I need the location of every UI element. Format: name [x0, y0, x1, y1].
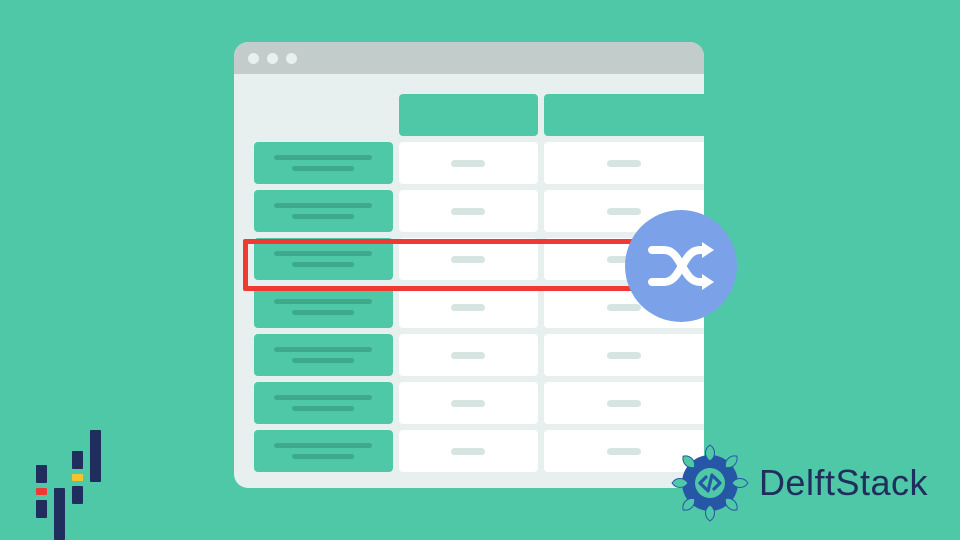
- table-row: [254, 190, 704, 232]
- brand-name: DelftStack: [759, 462, 928, 504]
- cell-placeholder: [451, 304, 485, 311]
- placeholder-line: [274, 203, 372, 208]
- table-cell: [399, 142, 538, 184]
- table-row: [254, 382, 704, 424]
- table-cell: [399, 190, 538, 232]
- column-header: [544, 94, 704, 136]
- placeholder-line: [292, 214, 354, 219]
- logo-segment: [36, 500, 47, 518]
- delftstack-logo: DelftStack: [671, 444, 928, 522]
- placeholder-line: [274, 443, 372, 448]
- table-cell: [544, 382, 704, 424]
- logo-segment: [72, 451, 83, 469]
- logo-segment: [72, 474, 83, 481]
- window-titlebar: [234, 42, 704, 74]
- row-header: [254, 382, 393, 424]
- placeholder-line: [292, 166, 354, 171]
- table-row: [254, 142, 704, 184]
- logo-segment: [36, 465, 47, 483]
- cell-placeholder: [607, 208, 641, 215]
- cell-placeholder: [607, 304, 641, 311]
- table-header-row: [254, 94, 704, 136]
- cell-placeholder: [451, 448, 485, 455]
- placeholder-line: [292, 310, 354, 315]
- placeholder-line: [274, 299, 372, 304]
- table-cell: [399, 334, 538, 376]
- cell-placeholder: [607, 448, 641, 455]
- shuffle-badge: [625, 210, 737, 322]
- placeholder-line: [292, 454, 354, 459]
- table-row: [254, 430, 704, 472]
- row-header: [254, 334, 393, 376]
- placeholder-line: [292, 406, 354, 411]
- column-header: [399, 94, 538, 136]
- placeholder-line: [274, 395, 372, 400]
- row-highlight: [243, 239, 690, 291]
- table-cell: [399, 430, 538, 472]
- cell-placeholder: [451, 352, 485, 359]
- row-header: [254, 190, 393, 232]
- window-control-dot: [248, 53, 259, 64]
- placeholder-line: [274, 347, 372, 352]
- logo-segment: [54, 488, 65, 540]
- logo-bar: [54, 488, 65, 540]
- cell-placeholder: [607, 352, 641, 359]
- table-cell: [399, 382, 538, 424]
- cell-placeholder: [451, 208, 485, 215]
- corner-cell: [254, 94, 393, 136]
- row-header: [254, 430, 393, 472]
- pandas-logo: [36, 430, 101, 518]
- cell-placeholder: [607, 160, 641, 167]
- cell-placeholder: [451, 400, 485, 407]
- logo-bar: [72, 451, 83, 504]
- cell-placeholder: [607, 400, 641, 407]
- window-control-dot: [286, 53, 297, 64]
- table-cell: [544, 334, 704, 376]
- shuffle-icon: [646, 236, 716, 296]
- logo-bar: [90, 430, 101, 482]
- row-header: [254, 286, 393, 328]
- logo-bar: [36, 465, 47, 518]
- window-control-dot: [267, 53, 278, 64]
- logo-segment: [72, 486, 83, 504]
- logo-segment: [36, 488, 47, 495]
- row-header: [254, 142, 393, 184]
- table-row: [254, 334, 704, 376]
- table-cell: [399, 286, 538, 328]
- placeholder-line: [274, 155, 372, 160]
- placeholder-line: [292, 358, 354, 363]
- cell-placeholder: [451, 160, 485, 167]
- table-cell: [544, 142, 704, 184]
- logo-segment: [90, 430, 101, 482]
- delftstack-emblem-icon: [671, 444, 749, 522]
